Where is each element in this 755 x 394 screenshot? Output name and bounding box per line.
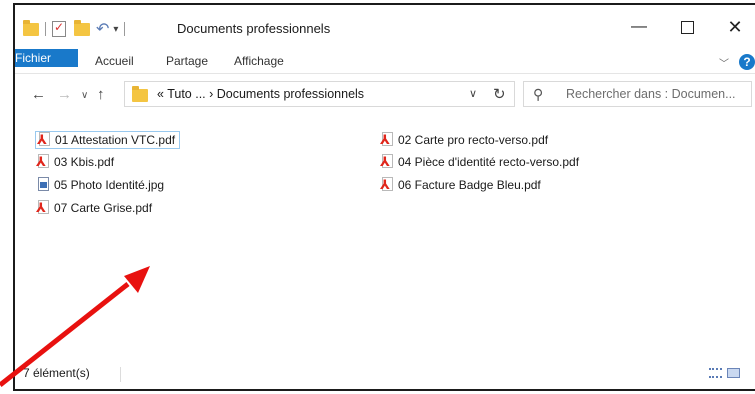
close-button[interactable]: ✕: [725, 17, 745, 37]
quick-access-toolbar: ↶ ▾: [23, 19, 131, 39]
tab-accueil[interactable]: Accueil: [95, 49, 134, 73]
folder-icon: [132, 86, 148, 102]
pdf-icon: ⅄: [379, 154, 395, 170]
breadcrumb[interactable]: « Tuto ... › Documents professionnels: [157, 87, 364, 101]
file-name: 03 Kbis.pdf: [54, 155, 115, 169]
tab-fichier[interactable]: Fichier: [15, 49, 78, 67]
pdf-icon: ⅄: [35, 200, 51, 216]
expand-ribbon-chevron-icon[interactable]: ﹀: [719, 55, 729, 70]
list-item[interactable]: 05 Photo Identité.jpg: [35, 176, 164, 194]
toolbar-separator: [45, 22, 46, 36]
pdf-icon: ⅄: [35, 154, 51, 170]
new-folder-icon[interactable]: [74, 19, 90, 36]
customize-toolbar-dropdown-icon[interactable]: ▾: [113, 24, 118, 35]
explorer-window: ↶ ▾ Documents professionnels — ✕ Fichier…: [13, 3, 755, 391]
large-icons-view-icon[interactable]: [727, 368, 740, 378]
status-separator: [120, 367, 121, 382]
file-name: 02 Carte pro recto-verso.pdf: [398, 133, 549, 147]
search-input[interactable]: Rechercher dans : Documen...: [566, 87, 736, 101]
back-button[interactable]: ←: [31, 86, 46, 103]
refresh-button[interactable]: ↻: [493, 85, 506, 103]
image-file-icon: [35, 177, 51, 193]
window-title: Documents professionnels: [177, 21, 331, 36]
undo-icon[interactable]: ↶: [96, 19, 109, 39]
up-button[interactable]: ↑: [97, 86, 105, 103]
address-bar[interactable]: « Tuto ... › Documents professionnels ∨ …: [124, 81, 515, 107]
status-bar: 7 élément(s): [15, 359, 755, 389]
minimize-button[interactable]: —: [629, 17, 649, 37]
recent-locations-chevron-icon[interactable]: ∨: [81, 90, 88, 101]
list-item[interactable]: ⅄ 04 Pièce d'identité recto-verso.pdf: [379, 153, 579, 171]
details-view-icon[interactable]: [709, 368, 722, 378]
pdf-icon: ⅄: [379, 177, 395, 193]
properties-icon[interactable]: [52, 20, 66, 37]
list-item[interactable]: ⅄ 03 Kbis.pdf: [35, 153, 114, 171]
address-dropdown-icon[interactable]: ∨: [469, 87, 477, 100]
item-count: 7 élément(s): [23, 366, 90, 380]
pdf-icon: ⅄: [379, 132, 395, 148]
folder-icon: [23, 19, 39, 36]
file-name: 04 Pièce d'identité recto-verso.pdf: [398, 155, 580, 169]
title-bar: ↶ ▾ Documents professionnels — ✕: [15, 5, 755, 49]
file-name: 01 Attestation VTC.pdf: [55, 133, 176, 147]
list-item[interactable]: ⅄ 01 Attestation VTC.pdf: [35, 131, 181, 149]
list-item[interactable]: ⅄ 07 Carte Grise.pdf: [35, 199, 152, 217]
forward-button[interactable]: →: [57, 86, 72, 103]
tab-partage[interactable]: Partage: [166, 49, 208, 73]
file-name: 05 Photo Identité.jpg: [54, 178, 165, 192]
toolbar-separator: [124, 22, 126, 36]
pdf-icon: ⅄: [36, 132, 52, 148]
file-name: 07 Carte Grise.pdf: [54, 201, 153, 215]
list-item[interactable]: ⅄ 06 Facture Badge Bleu.pdf: [379, 176, 541, 194]
search-icon: ⚲: [533, 86, 544, 102]
search-box[interactable]: ⚲ Rechercher dans : Documen...: [523, 81, 752, 107]
file-name: 06 Facture Badge Bleu.pdf: [398, 178, 541, 192]
navigation-bar: ← → ∨ ↑ « Tuto ... › Documents professio…: [15, 73, 755, 114]
maximize-icon: [680, 21, 694, 34]
tab-affichage[interactable]: Affichage: [234, 49, 284, 73]
ribbon-tabs: Fichier Accueil Partage Affichage ﹀ ?: [15, 49, 755, 73]
help-icon[interactable]: ?: [739, 54, 755, 70]
list-item[interactable]: ⅄ 02 Carte pro recto-verso.pdf: [379, 131, 548, 149]
maximize-button[interactable]: [677, 17, 697, 37]
file-list: ⅄ 01 Attestation VTC.pdf ⅄ 02 Carte pro …: [15, 113, 755, 358]
